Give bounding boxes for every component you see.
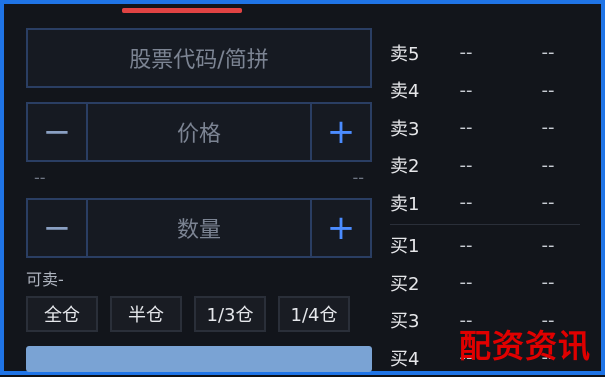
- ask-price: --: [459, 154, 473, 176]
- ask-volume: --: [541, 192, 555, 214]
- upper-limit: --: [352, 168, 364, 187]
- ask-label: 卖1: [390, 193, 420, 215]
- ask-row: 卖5 -- --: [390, 34, 580, 72]
- position-label: 半仓: [128, 305, 164, 326]
- position-quarter-button[interactable]: 1/4仓: [278, 296, 350, 332]
- position-half-button[interactable]: 半仓: [110, 296, 182, 332]
- bid-row: 买1 -- --: [390, 227, 580, 265]
- ask-volume: --: [541, 42, 555, 64]
- available-to-sell: 可卖-: [26, 270, 64, 289]
- watermark-text: 配资资讯: [458, 327, 591, 365]
- bid-label: 买2: [390, 273, 420, 295]
- quantity-decrease-button[interactable]: −: [28, 200, 86, 256]
- ask-volume: --: [541, 154, 555, 176]
- active-tab-indicator: [122, 8, 242, 13]
- ask-label: 卖4: [390, 81, 420, 103]
- position-full-button[interactable]: 全仓: [26, 296, 98, 332]
- bid-price: --: [459, 234, 473, 256]
- ask-volume: --: [541, 117, 555, 139]
- bid-label: 买4: [390, 348, 420, 370]
- price-increase-button[interactable]: +: [312, 104, 370, 160]
- price-stepper: − 价格 +: [26, 102, 372, 162]
- minus-icon: −: [42, 112, 72, 152]
- quantity-input[interactable]: 数量: [86, 200, 312, 256]
- ask-price: --: [459, 42, 473, 64]
- ask-label: 卖2: [390, 156, 420, 178]
- ask-row: 卖1 -- --: [390, 184, 580, 222]
- position-label: 1/3仓: [206, 305, 254, 326]
- price-input[interactable]: 价格: [86, 104, 312, 160]
- bid-volume: --: [541, 234, 555, 256]
- quick-position-row: 全仓 半仓 1/3仓 1/4仓: [26, 296, 372, 332]
- minus-icon: −: [42, 208, 72, 248]
- bid-label: 买3: [390, 311, 420, 333]
- ask-label: 卖5: [390, 43, 420, 65]
- price-placeholder: 价格: [176, 122, 221, 147]
- ask-row: 卖4 -- --: [390, 72, 580, 110]
- submit-order-button[interactable]: [26, 346, 372, 372]
- ask-price: --: [459, 192, 473, 214]
- bid-label: 买1: [390, 236, 420, 258]
- quantity-increase-button[interactable]: +: [312, 200, 370, 256]
- lower-limit: --: [34, 168, 46, 187]
- position-label: 1/4仓: [290, 305, 338, 326]
- bid-price: --: [459, 272, 473, 294]
- plus-icon: +: [326, 208, 356, 248]
- bid-row: 买2 -- --: [390, 264, 580, 302]
- ask-volume: --: [541, 79, 555, 101]
- ask-row: 卖3 -- --: [390, 109, 580, 147]
- quantity-placeholder: 数量: [176, 218, 221, 243]
- price-limits: -- --: [26, 168, 372, 190]
- stock-code-input[interactable]: 股票代码/简拼: [26, 28, 372, 88]
- ask-price: --: [459, 79, 473, 101]
- position-third-button[interactable]: 1/3仓: [194, 296, 266, 332]
- price-decrease-button[interactable]: −: [28, 104, 86, 160]
- bid-volume: --: [541, 272, 555, 294]
- position-label: 全仓: [44, 305, 80, 326]
- order-book-divider: [390, 223, 580, 225]
- ask-label: 卖3: [390, 118, 420, 140]
- ask-row: 卖2 -- --: [390, 147, 580, 185]
- trade-form: 股票代码/简拼 − 价格 + -- -- − 数量 + 可卖- 全仓 半仓 1/…: [26, 28, 372, 332]
- plus-icon: +: [326, 112, 356, 152]
- stock-code-placeholder: 股票代码/简拼: [129, 48, 269, 73]
- ask-price: --: [459, 117, 473, 139]
- quantity-stepper: − 数量 +: [26, 198, 372, 258]
